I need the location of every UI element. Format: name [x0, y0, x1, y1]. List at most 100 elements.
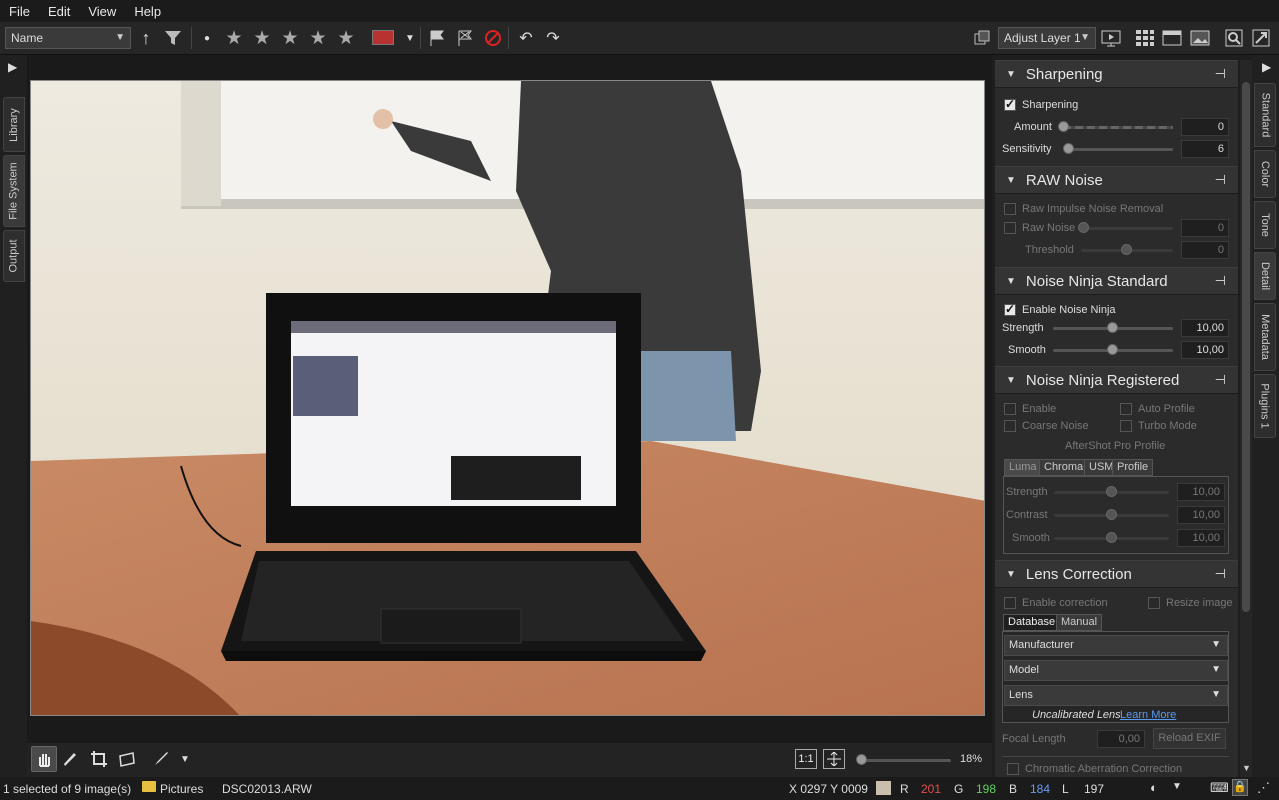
sharpening-header[interactable]: ▼ Sharpening ⊣ [995, 60, 1238, 88]
pin-icon[interactable]: ⊣ [1215, 372, 1226, 388]
zoom-1-1-button[interactable]: 1:1 [795, 749, 817, 769]
layer-select[interactable]: Adjust Layer 1 ▼ [998, 27, 1096, 49]
raw-noise-header[interactable]: ▼ RAW Noise ⊣ [995, 166, 1238, 194]
fullscreen-icon[interactable] [1249, 26, 1273, 50]
smooth-slider-handle[interactable] [1107, 344, 1118, 355]
tab-luma[interactable]: Luma [1004, 459, 1042, 476]
layers-icon[interactable] [970, 26, 994, 50]
menu-file[interactable]: File [0, 4, 39, 19]
nn-enable-checkbox[interactable] [1004, 403, 1016, 415]
collapse-right-panel-icon[interactable]: ▶ [1262, 60, 1271, 74]
enable-noise-ninja-checkbox[interactable] [1004, 302, 1016, 316]
pin-icon[interactable]: ⊣ [1215, 273, 1226, 289]
expand-left-panel-icon[interactable]: ▶ [8, 60, 17, 74]
noise-ninja-standard-header[interactable]: ▼ Noise Ninja Standard ⊣ [995, 267, 1238, 295]
focal-length-value[interactable]: 0,00 [1097, 730, 1145, 748]
brush-tool-icon[interactable] [149, 747, 173, 771]
sensitivity-slider-handle[interactable] [1063, 143, 1074, 154]
photo-preview[interactable] [30, 80, 985, 716]
no-rating-dot-icon[interactable]: ● [195, 26, 219, 50]
tab-metadata[interactable]: Metadata [1254, 303, 1276, 371]
tab-database[interactable]: Database [1003, 614, 1061, 631]
straighten-tool-icon[interactable] [115, 747, 139, 771]
tab-chroma[interactable]: Chroma [1039, 459, 1089, 476]
slideshow-icon[interactable] [1099, 26, 1123, 50]
tab-output[interactable]: Output [3, 230, 25, 282]
raw-noise-value[interactable]: 0 [1181, 219, 1229, 237]
threshold-value[interactable]: 0 [1181, 241, 1229, 259]
star-4-icon[interactable]: ★ [306, 26, 330, 50]
learn-more-link[interactable]: Learn More [1120, 709, 1176, 721]
raw-noise-slider-handle[interactable] [1078, 222, 1089, 233]
sharpening-checkbox[interactable] [1004, 97, 1016, 111]
manufacturer-dropdown[interactable]: Manufacturer ▼ [1004, 635, 1228, 656]
crop-tool-icon[interactable] [87, 747, 111, 771]
sensitivity-value[interactable]: 6 [1181, 140, 1229, 158]
amount-slider-handle[interactable] [1058, 121, 1069, 132]
tab-file-system[interactable]: File System [3, 155, 25, 227]
folder-name[interactable]: Pictures [160, 782, 203, 796]
pin-icon[interactable]: ⊣ [1215, 66, 1226, 82]
rotate-left-icon[interactable]: ↶ [514, 26, 538, 50]
pin-icon[interactable]: ⊣ [1215, 566, 1226, 582]
color-label-chevron-icon[interactable]: ▼ [398, 26, 422, 50]
resize-image-checkbox[interactable] [1148, 597, 1160, 609]
star-1-icon[interactable]: ★ [222, 26, 246, 50]
hand-tool-icon[interactable] [31, 746, 57, 772]
sort-ascending-icon[interactable]: ↑ [134, 26, 158, 50]
raw-impulse-checkbox[interactable] [1004, 203, 1016, 215]
noise-ninja-registered-header[interactable]: ▼ Noise Ninja Registered ⊣ [995, 366, 1238, 394]
menu-edit[interactable]: Edit [39, 4, 79, 19]
nn-strength-slider-handle[interactable] [1106, 486, 1117, 497]
image-viewer[interactable] [27, 55, 992, 743]
model-dropdown[interactable]: Model ▼ [1004, 660, 1228, 681]
grid-view-icon[interactable] [1133, 26, 1157, 50]
lens-correction-header[interactable]: ▼ Lens Correction ⊣ [995, 560, 1238, 588]
picker-tool-icon[interactable] [59, 747, 83, 771]
strength-slider-handle[interactable] [1107, 322, 1118, 333]
lock-icon[interactable]: 🔒 [1232, 779, 1248, 796]
chromatic-checkbox[interactable] [1007, 763, 1019, 775]
amount-slider-track[interactable] [1063, 126, 1173, 129]
raw-noise-checkbox[interactable] [1004, 222, 1016, 234]
sensitivity-slider-track[interactable] [1068, 148, 1173, 151]
color-label-swatch[interactable] [372, 30, 394, 45]
threshold-slider-handle[interactable] [1121, 244, 1132, 255]
amount-value[interactable]: 0 [1181, 118, 1229, 136]
scrollbar-thumb[interactable] [1242, 82, 1250, 612]
tab-detail[interactable]: Detail [1254, 252, 1276, 300]
nn-contrast-slider-handle[interactable] [1106, 509, 1117, 520]
flag-icon[interactable] [425, 26, 449, 50]
rotate-right-icon[interactable]: ↷ [541, 26, 565, 50]
menu-help[interactable]: Help [125, 4, 170, 19]
tab-standard[interactable]: Standard [1254, 83, 1276, 147]
zoom-slider-track[interactable] [859, 759, 951, 762]
enable-correction-checkbox[interactable] [1004, 597, 1016, 609]
sort-select[interactable]: Name ▼ [5, 27, 131, 49]
flag-reject-icon[interactable] [453, 26, 477, 50]
color-management-chevron-icon[interactable]: ▼ [1172, 781, 1182, 792]
strength-value[interactable]: 10,00 [1181, 319, 1229, 337]
coarse-noise-checkbox[interactable] [1004, 420, 1016, 432]
reload-exif-button[interactable]: Reload EXIF [1153, 728, 1226, 749]
zoom-slider-handle[interactable] [856, 754, 867, 765]
panel-scrollbar[interactable]: ▼ [1240, 60, 1252, 777]
unflag-icon[interactable] [481, 26, 505, 50]
star-2-icon[interactable]: ★ [250, 26, 274, 50]
tab-manual[interactable]: Manual [1056, 614, 1103, 631]
menu-view[interactable]: View [79, 4, 125, 19]
nn-smooth-value[interactable]: 10,00 [1177, 529, 1225, 547]
nn-strength-value[interactable]: 10,00 [1177, 483, 1225, 501]
color-management-icon[interactable]: ◐ [1150, 780, 1158, 795]
star-5-icon[interactable]: ★ [334, 26, 358, 50]
tab-tone[interactable]: Tone [1254, 201, 1276, 249]
pin-icon[interactable]: ⊣ [1215, 172, 1226, 188]
tab-library[interactable]: Library [3, 97, 25, 152]
search-icon[interactable] [1222, 26, 1246, 50]
single-view-icon[interactable] [1188, 26, 1212, 50]
nn-smooth-slider-handle[interactable] [1106, 532, 1117, 543]
raw-noise-slider-track[interactable] [1081, 227, 1173, 230]
tab-profile[interactable]: Profile [1112, 459, 1154, 476]
scroll-down-icon[interactable]: ▼ [1242, 763, 1251, 773]
fit-to-window-icon[interactable] [823, 749, 845, 769]
